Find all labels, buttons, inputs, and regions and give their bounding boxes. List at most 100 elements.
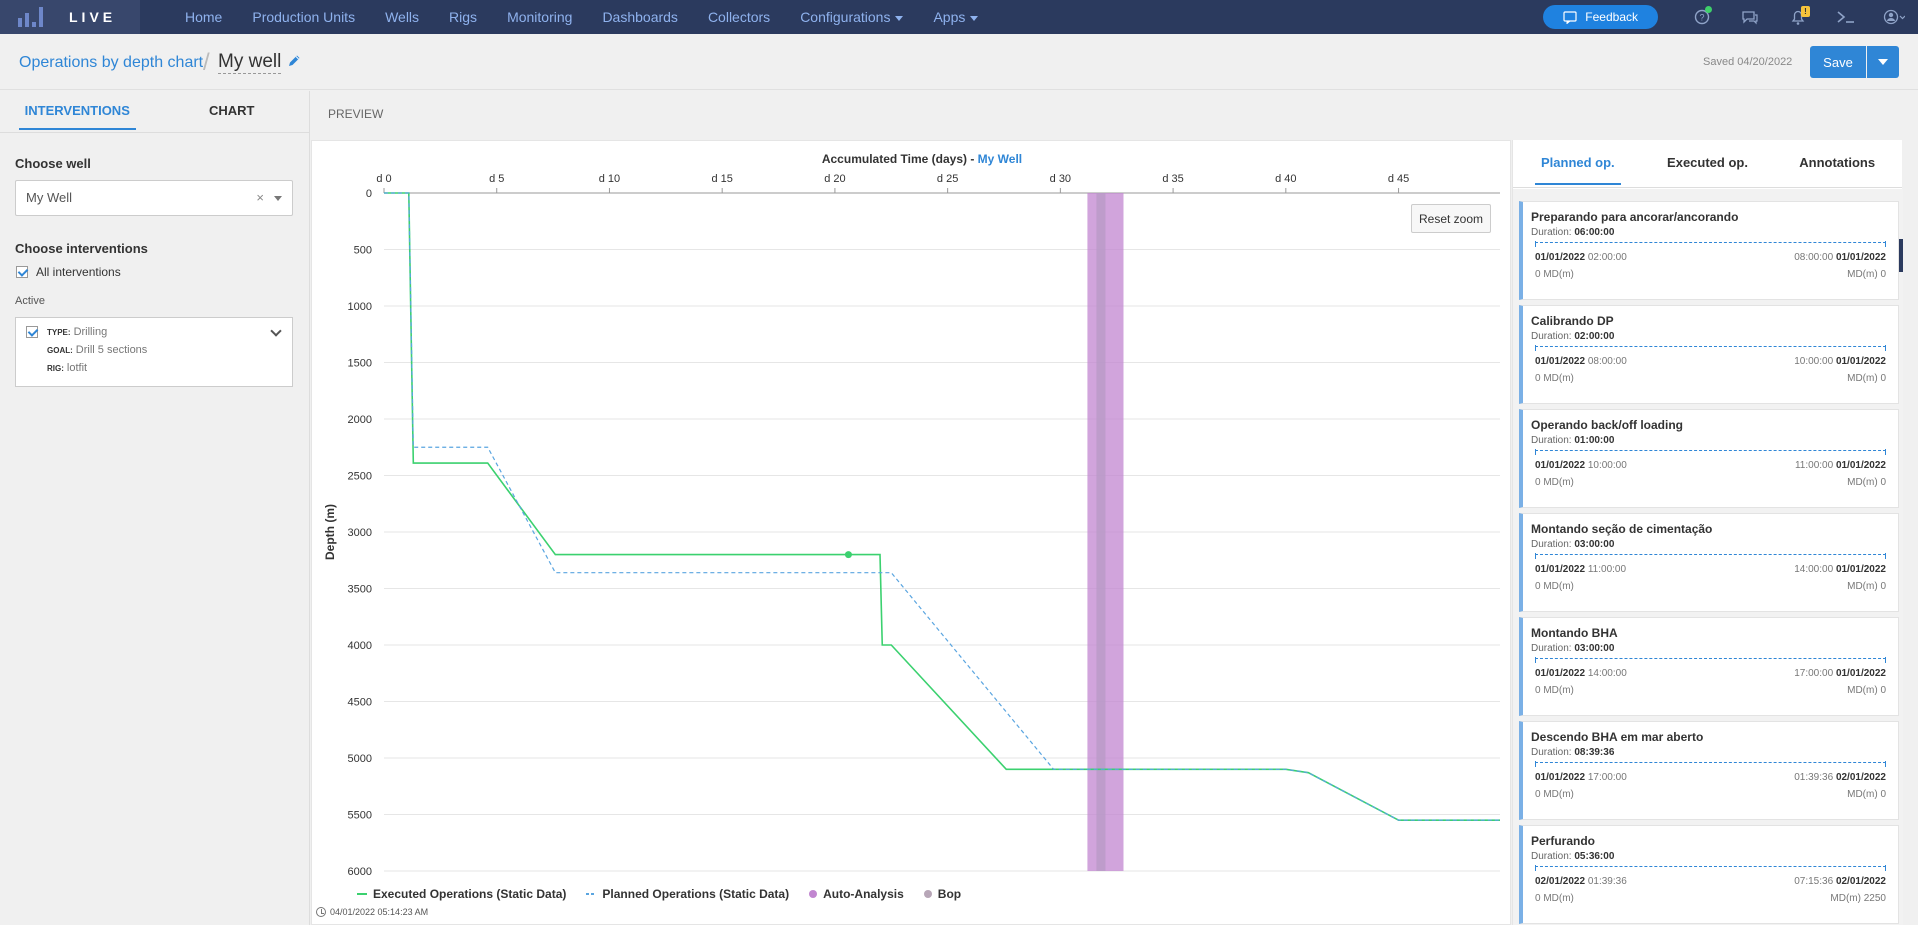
timestamp-text: 04/01/2022 05:14:23 AM bbox=[330, 907, 429, 917]
operation-duration: Duration: 02:00:00 bbox=[1531, 331, 1615, 342]
x-tick-label: d 20 bbox=[824, 173, 845, 185]
operation-end: 11:00:00 01/01/2022 bbox=[1794, 460, 1886, 471]
feedback-button[interactable]: Feedback bbox=[1543, 5, 1658, 29]
scrollbar-thumb[interactable] bbox=[1899, 239, 1903, 272]
nav-item-home[interactable]: Home bbox=[170, 0, 237, 34]
tab-planned-op[interactable]: Planned op. bbox=[1513, 140, 1643, 187]
operation-card[interactable]: Montando BHA Duration: 03:00:00 01/01/2022… bbox=[1519, 617, 1899, 716]
user-icon[interactable] bbox=[1870, 0, 1918, 34]
operation-card[interactable]: Montando seção de cimentação Duration: 03… bbox=[1519, 513, 1899, 612]
operations-list[interactable]: Preparando para ancorar/ancorando Duratio… bbox=[1513, 189, 1903, 925]
operation-timeline bbox=[1535, 241, 1886, 247]
y-tick-label: 5000 bbox=[348, 753, 372, 765]
nav-item-dashboards[interactable]: Dashboards bbox=[587, 0, 693, 34]
edit-pencil-icon[interactable] bbox=[287, 54, 301, 71]
operation-title: Descendo BHA em mar aberto bbox=[1531, 730, 1704, 744]
y-tick-label: 3500 bbox=[348, 584, 372, 596]
chart-container[interactable]: Accumulated Time (days) - My Well 0 500 100… bbox=[311, 140, 1511, 925]
tab-executed-op[interactable]: Executed op. bbox=[1643, 140, 1773, 187]
chart-title-well: My Well bbox=[978, 152, 1022, 166]
operation-start: 01/01/2022 17:00:00 bbox=[1535, 772, 1627, 783]
x-tick-label: d 25 bbox=[937, 173, 958, 185]
legend-item[interactable]: Auto-Analysis bbox=[809, 887, 904, 901]
tab-interventions[interactable]: INTERVENTIONS bbox=[0, 91, 155, 132]
operation-timeline bbox=[1535, 761, 1886, 767]
feedback-icon bbox=[1563, 10, 1577, 24]
app-logo[interactable]: LIVE bbox=[0, 0, 140, 34]
legend-label: Planned Operations (Static Data) bbox=[602, 887, 790, 901]
save-options-dropdown[interactable] bbox=[1867, 46, 1899, 78]
nav-item-monitoring[interactable]: Monitoring bbox=[492, 0, 587, 34]
tab-annotations[interactable]: Annotations bbox=[1772, 140, 1902, 187]
reset-zoom-button[interactable]: Reset zoom bbox=[1411, 204, 1491, 233]
save-button[interactable]: Save bbox=[1810, 46, 1866, 78]
operation-card[interactable]: Preparando para ancorar/ancorando Duratio… bbox=[1519, 201, 1899, 300]
y-tick-label: 6000 bbox=[348, 866, 372, 878]
chart-title-text: Accumulated Time (days) - bbox=[822, 152, 978, 166]
depth-chart[interactable]: Accumulated Time (days) - My Well 0 500 100… bbox=[312, 141, 1510, 924]
legend-line-icon bbox=[357, 893, 367, 895]
tab-chart[interactable]: CHART bbox=[155, 91, 310, 132]
x-tick-label: d 40 bbox=[1275, 173, 1296, 185]
all-interventions-checkbox-row[interactable]: All interventions bbox=[16, 265, 121, 279]
operation-duration: Duration: 01:00:00 bbox=[1531, 435, 1615, 446]
operation-card[interactable]: Descendo BHA em mar aberto Duration: 08:3… bbox=[1519, 721, 1899, 820]
x-tick-label: d 45 bbox=[1388, 173, 1409, 185]
operation-md-end: MD(m) 2250 bbox=[1830, 893, 1886, 904]
legend-label: Auto-Analysis bbox=[823, 887, 904, 901]
terminal-icon[interactable] bbox=[1822, 0, 1870, 34]
all-interventions-checkbox[interactable] bbox=[16, 266, 28, 278]
operation-duration: Duration: 03:00:00 bbox=[1531, 539, 1615, 550]
series-point-marker bbox=[844, 551, 852, 559]
chevron-down-icon[interactable] bbox=[270, 325, 282, 337]
chevron-down-icon[interactable] bbox=[274, 196, 282, 201]
operation-md-start: 0 MD(m) bbox=[1535, 685, 1574, 696]
x-tick-label: d 30 bbox=[1050, 173, 1071, 185]
svg-text:?: ? bbox=[1699, 13, 1704, 23]
intervention-checkbox[interactable] bbox=[26, 326, 38, 338]
operation-start: 01/01/2022 08:00:00 bbox=[1535, 356, 1627, 367]
legend-item[interactable]: Executed Operations (Static Data) bbox=[357, 887, 566, 901]
operation-start: 01/01/2022 10:00:00 bbox=[1535, 460, 1627, 471]
legend-label: Executed Operations (Static Data) bbox=[373, 887, 567, 901]
x-tick-label: d 15 bbox=[711, 173, 732, 185]
y-tick-label: 500 bbox=[354, 245, 372, 257]
chat-icon[interactable] bbox=[1726, 0, 1774, 34]
nav-item-production-units[interactable]: Production Units bbox=[237, 0, 370, 34]
operation-timeline bbox=[1535, 553, 1886, 559]
operation-md-end: MD(m) 0 bbox=[1847, 477, 1886, 488]
nav-item-rigs[interactable]: Rigs bbox=[434, 0, 492, 34]
breadcrumb-link[interactable]: Operations by depth chart bbox=[19, 54, 203, 72]
nav-item-wells[interactable]: Wells bbox=[370, 0, 434, 34]
page-title[interactable]: My well bbox=[218, 51, 282, 74]
x-tick-label: d 5 bbox=[489, 173, 504, 185]
clear-icon[interactable]: × bbox=[256, 181, 264, 215]
operation-md-end: MD(m) 0 bbox=[1847, 685, 1886, 696]
nav-item-apps[interactable]: Apps bbox=[918, 0, 993, 34]
caret-down-icon bbox=[970, 15, 979, 21]
operation-end: 08:00:00 01/01/2022 bbox=[1794, 252, 1886, 263]
y-tick-label: 1500 bbox=[348, 358, 372, 370]
logo-bars-icon bbox=[18, 7, 43, 27]
operation-card[interactable]: Calibrando DP Duration: 02:00:00 01/01/202… bbox=[1519, 305, 1899, 404]
legend-item[interactable]: Planned Operations (Static Data) bbox=[586, 887, 789, 901]
top-navbar: LIVE Home Production Units Wells Rigs Monito… bbox=[0, 0, 1918, 34]
intervention-card[interactable]: TYPE: Drilling GOAL: Drill 5 sections RIG:… bbox=[15, 317, 293, 387]
left-tabs: INTERVENTIONS CHART bbox=[0, 91, 309, 133]
operation-card[interactable]: Operando back/off loading Duration: 01:00… bbox=[1519, 409, 1899, 508]
legend-dot-icon bbox=[923, 890, 932, 898]
legend-line-icon bbox=[586, 893, 597, 895]
operation-end: 07:15:36 02/01/2022 bbox=[1794, 876, 1886, 887]
clock-icon bbox=[316, 907, 326, 917]
operation-title: Calibrando DP bbox=[1531, 314, 1614, 328]
legend-item[interactable]: Bop bbox=[923, 887, 961, 901]
operation-card[interactable]: Perfurando Duration: 05:36:00 02/01/2022 0… bbox=[1519, 825, 1899, 924]
bell-icon[interactable]: ! bbox=[1774, 0, 1822, 34]
operation-end: 14:00:00 01/01/2022 bbox=[1794, 564, 1886, 575]
y-axis-label: Depth (m) bbox=[323, 504, 337, 560]
nav-item-configurations[interactable]: Configurations bbox=[785, 0, 918, 34]
help-icon[interactable]: ? bbox=[1678, 0, 1726, 34]
well-select[interactable]: My Well × bbox=[15, 180, 293, 216]
chart-legend: Executed Operations (Static Data) Planned… bbox=[357, 887, 961, 901]
nav-item-collectors[interactable]: Collectors bbox=[693, 0, 785, 34]
